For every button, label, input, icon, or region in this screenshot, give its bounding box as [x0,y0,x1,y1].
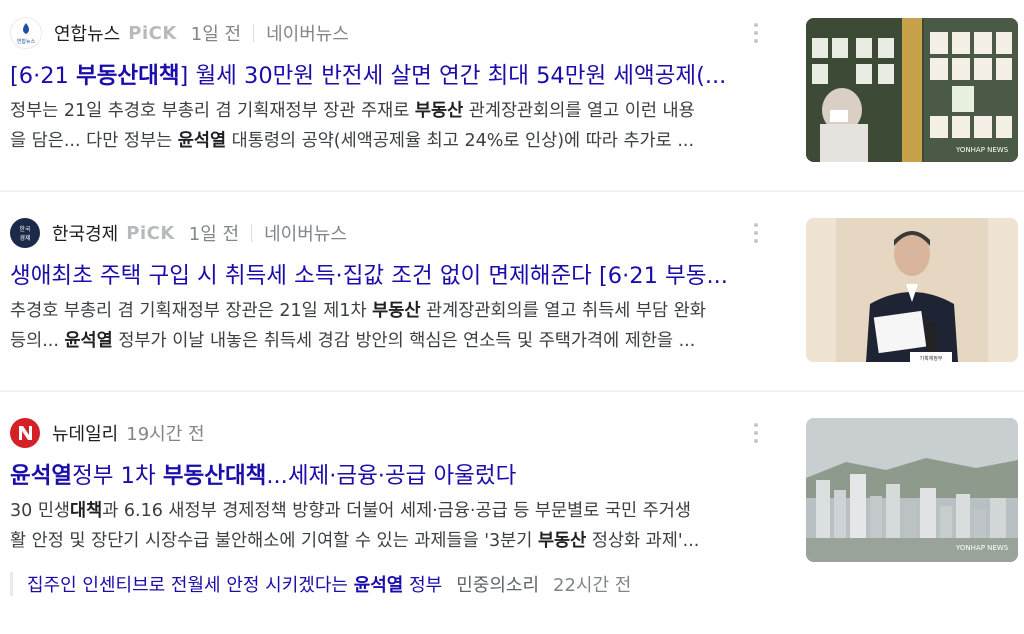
news-description: 추경호 부총리 겸 기획재정부 장관은 21일 제1차 부동산 관계장관회의를 … [10,301,706,351]
news-thumbnail[interactable]: YONHAP NEWS [806,18,1018,162]
time-ago: 1일 전 [190,24,242,45]
yonhap-logo-icon[interactable]: 연합뉴스 [10,17,42,49]
more-options-icon[interactable] [744,418,768,448]
more-options-icon[interactable] [744,18,768,48]
related-time: 22시간 전 [553,575,632,596]
more-options-icon[interactable] [744,218,768,248]
svg-text:YONHAP NEWS: YONHAP NEWS [955,146,1009,154]
naver-news-link[interactable]: 네이버뉴스 [266,20,349,46]
naver-news-link[interactable]: 네이버뉴스 [264,220,347,246]
news-title[interactable]: 생애최초 주택 구입 시 취득세 소득·집값 조건 없이 면제해준다 [6·21… [10,258,750,290]
news-thumbnail[interactable]: 기획재정부 [806,218,1018,362]
svg-text:한국: 한국 [19,226,31,233]
press-row: 한국 경제 한국경제 PiCK 1일 전 네이버뉴스 [10,218,347,248]
news-description: 30 민생대책과 6.16 새정부 경제정책 방향과 더불어 세제·금융·공급 … [10,501,700,551]
pick-badge: PiCK [126,222,175,244]
news-title[interactable]: 윤석열정부 1차 부동산대책...세제·금융·공급 아울렀다 [10,458,750,490]
press-row: 연합뉴스 연합뉴스 PiCK 1일 전 네이버뉴스 [10,17,349,49]
svg-text:경제: 경제 [19,234,30,242]
svg-text:연합뉴스: 연합뉴스 [17,38,36,45]
press-row: 뉴데일리 19시간 전 [10,418,215,448]
related-article: 집주인 인센티브로 전월세 안정 시키겠다는 윤석열 정부 민중의소리 22시간… [10,572,631,596]
press-name[interactable]: 뉴데일리 [52,420,118,446]
related-bar [10,572,13,596]
related-title[interactable]: 집주인 인센티브로 전월세 안정 시키겠다는 윤석열 정부 [27,571,442,597]
news-item: 연합뉴스 연합뉴스 PiCK 1일 전 네이버뉴스 [6·21 부동산대책] 월… [0,0,1024,190]
press-name[interactable]: 한국경제 [52,220,118,246]
newdaily-logo-icon[interactable] [10,418,40,448]
news-description: 정부는 21일 추경호 부총리 겸 기획재정부 장관 주재로 부동산 관계장관회… [10,101,695,151]
svg-text:YONHAP NEWS: YONHAP NEWS [955,544,1009,552]
divider [251,224,253,242]
news-title[interactable]: [6·21 부동산대책] 월세 30만원 반전세 살면 연간 최대 54만원 세… [10,58,750,90]
press-name[interactable]: 연합뉴스 [54,20,120,46]
time-ago: 1일 전 [188,224,240,245]
time-ago: 19시간 전 [126,424,205,445]
svg-text:기획재정부: 기획재정부 [919,355,942,362]
news-item: 한국 경제 한국경제 PiCK 1일 전 네이버뉴스 생애최초 주택 구입 시 … [0,192,1024,390]
news-item: 뉴데일리 19시간 전 윤석열정부 1차 부동산대책...세제·금융·공급 아울… [0,392,1024,634]
related-press[interactable]: 민중의소리 [456,571,539,597]
news-thumbnail[interactable]: YONHAP NEWS [806,418,1018,562]
pick-badge: PiCK [128,22,177,44]
divider [253,24,255,42]
hankyung-logo-icon[interactable]: 한국 경제 [10,218,40,248]
